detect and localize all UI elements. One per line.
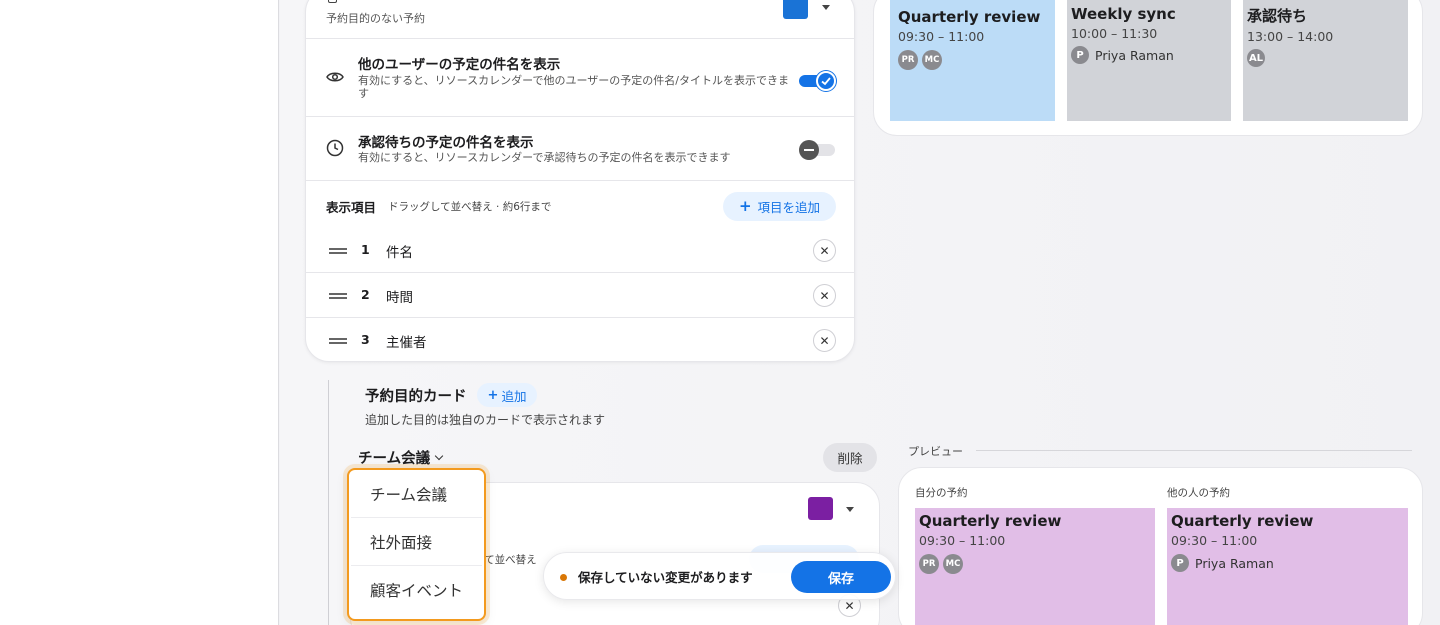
item-label: 主催者 — [386, 335, 427, 351]
dropdown-option[interactable]: 顧客イベント — [351, 566, 482, 614]
toggle-row-show-others-titles: 他のユーザーの予定の件名を表示 有効にすると、リソースカレンダーで他のユーザーの… — [306, 39, 854, 117]
document-icon — [328, 0, 337, 3]
purpose-select[interactable]: チーム会議 — [358, 447, 444, 468]
toggle-title: 他のユーザーの予定の件名を表示 — [358, 57, 561, 73]
preview-label: プレビュー — [908, 445, 963, 458]
toggle-switch-on[interactable] — [799, 71, 836, 91]
add-purpose-button[interactable]: + 追加 — [477, 383, 537, 407]
drag-handle-icon[interactable] — [329, 338, 347, 344]
avatar: MC — [922, 50, 942, 70]
settings-card: 予約目的のない予約 他のユーザーの予定の件名を表示 有効にすると、リソースカレン… — [305, 0, 855, 362]
toggle-switch-off[interactable] — [799, 140, 835, 160]
toggle-description: 有効にすると、リソースカレンダーで他のユーザーの予定の件名/タイトルを表示できま… — [358, 74, 789, 100]
toggle-row-show-pending-titles: 承認待ちの予定の件名を表示 有効にすると、リソースカレンダーで承認待ちの予定の件… — [306, 117, 854, 181]
unsaved-changes-toast: 保存していない変更があります 保存 — [543, 552, 896, 600]
avatar: MC — [943, 554, 963, 574]
avatar: PR — [919, 554, 939, 574]
avatar: AL — [1247, 49, 1265, 67]
color-swatch[interactable] — [808, 497, 833, 520]
drag-handle-icon[interactable] — [329, 248, 347, 254]
list-item[interactable]: 1 件名 ✕ — [306, 228, 854, 273]
event-title: Weekly sync — [1071, 5, 1176, 23]
minus-icon — [799, 140, 819, 160]
check-icon — [816, 71, 836, 91]
event-time: 10:00 – 11:30 — [1071, 26, 1158, 41]
chevron-down-icon — [434, 451, 444, 460]
remove-item-button[interactable]: ✕ — [813, 239, 836, 262]
color-dropdown-caret-icon[interactable] — [846, 507, 854, 512]
event-time: 09:30 – 11:00 — [1171, 533, 1258, 548]
clock-icon — [326, 139, 344, 161]
remove-item-button[interactable]: ✕ — [813, 329, 836, 352]
purpose-select-value: チーム会議 — [358, 451, 431, 467]
event-title: Quarterly review — [898, 8, 1041, 26]
item-label: 時間 — [386, 290, 413, 306]
avatar: P — [1071, 46, 1089, 64]
preview-card-top: Quarterly review 09:30 – 11:00 PR MC Wee… — [873, 0, 1423, 136]
dropdown-option[interactable]: 社外面接 — [351, 518, 482, 566]
toggle-title: 承認待ちの予定の件名を表示 — [358, 135, 534, 151]
save-button[interactable]: 保存 — [791, 561, 891, 593]
list-item[interactable]: 2 時間 ✕ — [306, 273, 854, 318]
eye-icon — [326, 69, 344, 88]
event-card-own: Quarterly review 09:30 – 11:00 PR MC — [915, 508, 1155, 625]
others-bookings-label: 他の人の予約 — [1167, 487, 1230, 499]
event-card-pending: 承認待ち 13:00 – 14:00 AL — [1243, 0, 1408, 121]
default-card-row: 予約目的のない予約 — [306, 0, 854, 39]
organizer-name: Priya Raman — [1195, 555, 1274, 571]
display-items-heading: 表示項目 — [326, 200, 377, 215]
event-time: 09:30 – 11:00 — [898, 29, 985, 44]
default-card-hint: 予約目的のない予約 — [326, 12, 425, 25]
event-card-other: Quarterly review 09:30 – 11:00 P Priya R… — [1167, 508, 1408, 625]
event-card-own: Quarterly review 09:30 – 11:00 PR MC — [890, 0, 1055, 121]
purpose-cards-description: 追加した目的は独自のカードで表示されます — [365, 413, 606, 427]
list-item[interactable]: 3 主催者 ✕ — [306, 318, 854, 361]
purpose-dropdown-menu: チーム会議 社外面接 顧客イベント — [347, 468, 486, 621]
event-title: Quarterly review — [1171, 512, 1314, 530]
left-pane — [0, 0, 279, 625]
section-divider — [328, 380, 329, 625]
item-number: 2 — [361, 287, 370, 302]
item-number: 1 — [361, 242, 370, 257]
add-item-label: 項目を追加 — [757, 200, 821, 215]
item-label: 件名 — [386, 245, 413, 261]
add-item-button[interactable]: + 項目を追加 — [723, 192, 836, 221]
delete-button[interactable]: 削除 — [823, 443, 877, 472]
plus-icon: + — [487, 387, 499, 403]
event-title: Quarterly review — [919, 512, 1062, 530]
purpose-cards-title: 予約目的カード — [365, 389, 467, 405]
avatar: P — [1171, 554, 1189, 572]
unsaved-message: 保存していない変更があります — [578, 570, 753, 585]
preview-card-bottom: 自分の予約 他の人の予約 Quarterly review 09:30 – 11… — [898, 467, 1423, 625]
event-time: 09:30 – 11:00 — [919, 533, 1006, 548]
color-swatch[interactable] — [783, 0, 808, 19]
event-card-other: Weekly sync 10:00 – 11:30 P Priya Raman — [1067, 0, 1231, 121]
drag-handle-icon[interactable] — [329, 293, 347, 299]
item-number: 3 — [361, 332, 370, 347]
organizer-name: Priya Raman — [1095, 47, 1174, 63]
toggle-description: 有効にすると、リソースカレンダーで承認待ちの予定の件名を表示できます — [358, 151, 731, 164]
add-purpose-label: 追加 — [501, 388, 527, 404]
dropdown-option[interactable]: チーム会議 — [351, 470, 482, 518]
status-dot — [560, 574, 567, 581]
display-items-subheading: ドラッグして並べ替え · 約6行まで — [388, 201, 552, 213]
color-dropdown-caret-icon[interactable] — [822, 5, 830, 10]
plus-icon: + — [738, 197, 752, 215]
avatar: PR — [898, 50, 918, 70]
event-time: 13:00 – 14:00 — [1247, 29, 1334, 44]
own-bookings-label: 自分の予約 — [915, 487, 968, 499]
remove-item-button[interactable]: ✕ — [813, 284, 836, 307]
event-title: 承認待ち — [1247, 7, 1308, 25]
divider — [976, 450, 1412, 451]
